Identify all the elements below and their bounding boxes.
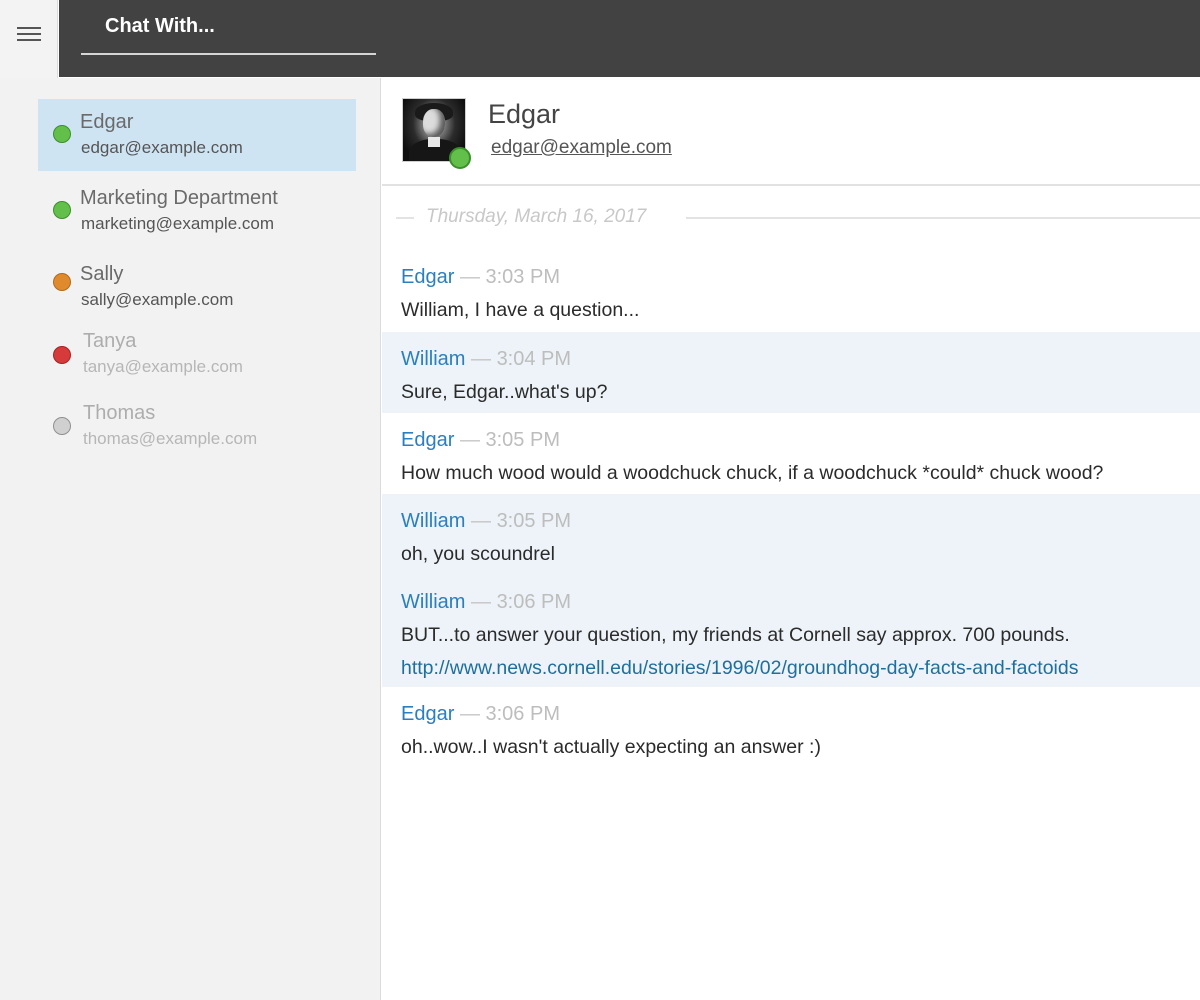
contact-tanya[interactable]: Tanya tanya@example.com: [38, 318, 356, 390]
top-bar: Chat With...: [59, 0, 1200, 77]
message-author[interactable]: William: [401, 510, 465, 532]
contact-list: Edgar edgar@example.com Marketing Depart…: [0, 78, 381, 1000]
chat-with-input[interactable]: Chat With...: [81, 13, 376, 55]
message-text: oh..wow..I wasn't actually expecting an …: [401, 736, 821, 758]
message-time: 3:06 PM: [485, 703, 560, 725]
status-online-icon: [449, 147, 471, 169]
menu-button[interactable]: [0, 0, 58, 78]
message-text: oh, you scoundrel: [401, 543, 555, 565]
contact-edgar[interactable]: Edgar edgar@example.com: [38, 99, 356, 171]
contact-email: tanya@example.com: [83, 357, 243, 376]
message-text: BUT...to answer your question, my friend…: [401, 624, 1070, 646]
message-time: 3:05 PM: [485, 429, 560, 451]
contact-name: Tanya: [83, 330, 137, 352]
message-row: Edgar — 3:05 PM How much wood would a wo…: [401, 429, 1104, 484]
contact-email: thomas@example.com: [83, 429, 258, 448]
message-author[interactable]: Edgar: [401, 703, 454, 725]
contact-email: sally@example.com: [81, 290, 234, 309]
message-link[interactable]: http://www.news.cornell.edu/stories/1996…: [401, 657, 1078, 680]
message-row: William — 3:05 PM oh, you scoundrel Will…: [382, 494, 1200, 687]
contact-name: Sally: [80, 263, 124, 285]
conversation-header: Edgar edgar@example.com: [382, 78, 1200, 186]
contact-email: edgar@example.com: [81, 138, 243, 157]
contact-name: Thomas: [83, 402, 156, 424]
message-text: Sure, Edgar..what's up?: [401, 381, 608, 403]
status-online-icon: [53, 201, 71, 219]
message-author[interactable]: Edgar: [401, 266, 454, 288]
conversation-contact-email[interactable]: edgar@example.com: [491, 137, 672, 159]
contact-thomas[interactable]: Thomas thomas@example.com: [38, 390, 356, 462]
hamburger-menu-icon: [16, 27, 41, 41]
conversation-contact-name: Edgar: [488, 99, 561, 129]
message-time: 3:05 PM: [496, 510, 572, 532]
message-time: 3:06 PM: [496, 591, 572, 613]
contact-email: marketing@example.com: [81, 214, 274, 233]
message-author[interactable]: Edgar: [401, 429, 454, 451]
contact-sally[interactable]: Sally sally@example.com: [38, 251, 356, 323]
message-text: William, I have a question...: [401, 299, 640, 321]
contact-name: Marketing Department: [80, 187, 278, 209]
message-list: Thursday, March 16, 2017 Edgar — 3:03 PM…: [382, 188, 1200, 1000]
message-text: How much wood would a woodchuck chuck, i…: [401, 462, 1104, 484]
status-offline-icon: [53, 417, 71, 435]
message-row: William — 3:04 PM Sure, Edgar..what's up…: [382, 332, 1200, 413]
status-online-icon: [53, 125, 71, 143]
message-row: Edgar — 3:06 PM oh..wow..I wasn't actual…: [401, 703, 821, 758]
message-time: 3:04 PM: [496, 348, 572, 370]
status-away-icon: [53, 273, 71, 291]
date-label: Thursday, March 16, 2017: [426, 206, 647, 227]
message-author[interactable]: William: [401, 348, 465, 370]
message-row: Edgar — 3:03 PM William, I have a questi…: [401, 266, 640, 321]
status-busy-icon: [53, 346, 71, 364]
contact-name: Edgar: [80, 111, 134, 133]
date-divider: Thursday, March 16, 2017: [396, 206, 1200, 230]
message-author[interactable]: William: [401, 591, 465, 613]
contact-marketing-department[interactable]: Marketing Department marketing@example.c…: [38, 175, 356, 247]
message-time: 3:03 PM: [485, 266, 560, 288]
